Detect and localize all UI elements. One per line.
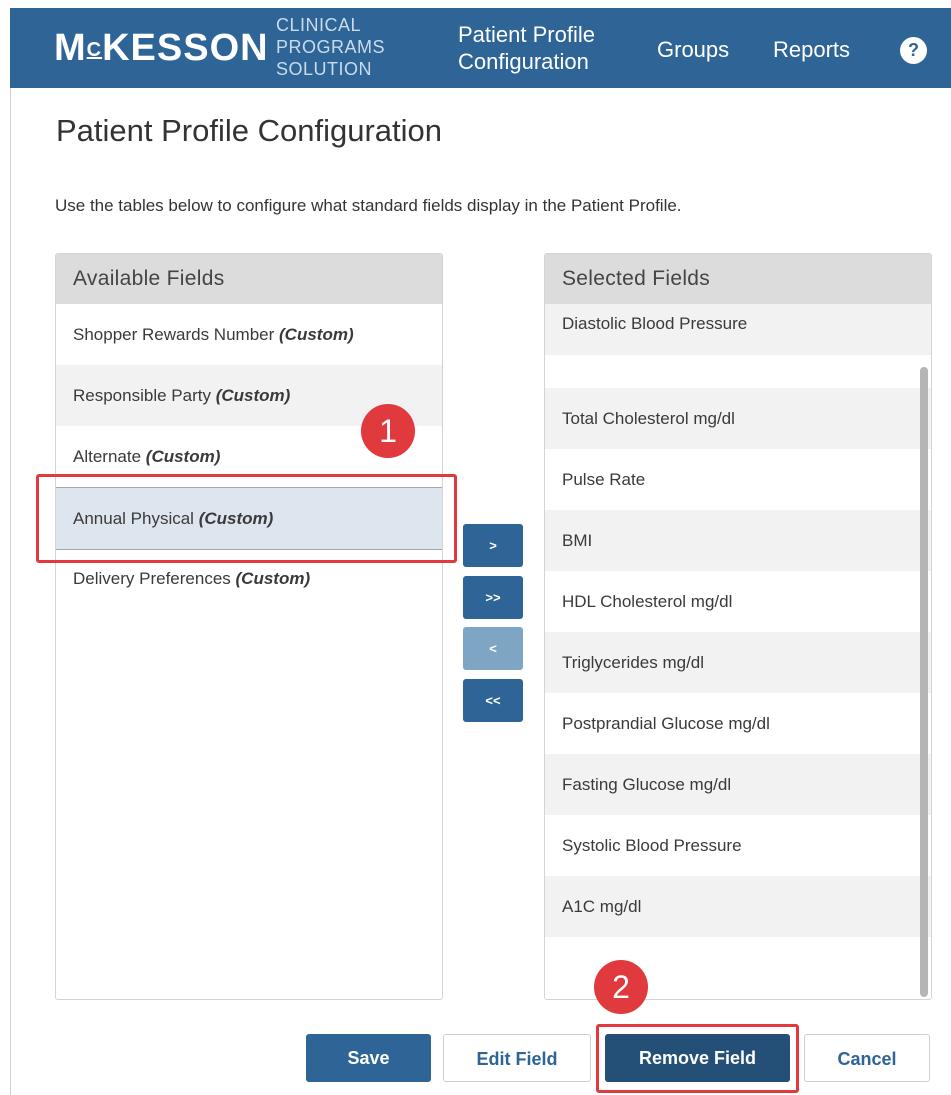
- available-fields-panel: Available Fields Shopper Rewards Number …: [55, 253, 443, 1000]
- product-subline-1: CLINICAL: [276, 15, 362, 35]
- nav-config-line2: Configuration: [458, 49, 589, 74]
- selected-field-item[interactable]: Triglycerides mg/dl: [545, 632, 931, 693]
- question-circle-icon[interactable]: ?: [900, 37, 927, 64]
- mckesson-logo[interactable]: MCKESSON: [54, 26, 269, 70]
- nav-reports[interactable]: Reports: [773, 37, 850, 63]
- field-name: Delivery Preferences: [73, 569, 231, 588]
- save-button[interactable]: Save: [306, 1034, 431, 1082]
- nav-config-line1: Patient Profile: [458, 22, 595, 47]
- selected-field-item[interactable]: Total Cholesterol mg/dl: [545, 388, 931, 449]
- selected-field-item[interactable]: Postprandial Glucose mg/dl: [545, 693, 931, 754]
- move-right-button[interactable]: >: [463, 524, 523, 567]
- move-left-button[interactable]: <: [463, 627, 523, 670]
- product-subline-2: PROGRAMS: [276, 37, 386, 57]
- custom-tag: (Custom): [215, 386, 291, 405]
- selected-field-item[interactable]: A1C mg/dl: [545, 876, 931, 937]
- move-all-left-button[interactable]: <<: [463, 679, 523, 722]
- move-all-right-button[interactable]: >>: [463, 576, 523, 619]
- selected-field-item[interactable]: BMI: [545, 510, 931, 571]
- page-border: [10, 88, 11, 1095]
- field-name: Shopper Rewards Number: [73, 325, 275, 344]
- cancel-button[interactable]: Cancel: [804, 1034, 930, 1082]
- selected-fields-panel: Selected Fields Diastolic Blood Pressure…: [544, 253, 932, 1000]
- nav-groups[interactable]: Groups: [657, 37, 729, 63]
- page-intro-text: Use the tables below to configure what s…: [55, 196, 682, 215]
- annotation-highlight-box-2: [596, 1024, 799, 1093]
- annotation-highlight-box-1: [36, 474, 457, 563]
- available-field-item[interactable]: Shopper Rewards Number (Custom): [56, 304, 442, 365]
- selected-field-item[interactable]: Pulse Rate: [545, 449, 931, 510]
- selected-fields-scrollbar[interactable]: [920, 367, 928, 997]
- custom-tag: (Custom): [145, 447, 221, 466]
- product-subline-3: SOLUTION: [276, 59, 373, 79]
- custom-tag: (Custom): [235, 569, 311, 588]
- field-name: Alternate: [73, 447, 142, 466]
- available-fields-header: Available Fields: [56, 254, 442, 304]
- annotation-badge-2: 2: [594, 960, 648, 1014]
- selected-field-item[interactable]: Diastolic Blood Pressure: [545, 304, 931, 355]
- selected-field-item[interactable]: HDL Cholesterol mg/dl: [545, 571, 931, 632]
- selected-field-item[interactable]: Systolic Blood Pressure: [545, 815, 931, 876]
- annotation-badge-1: 1: [361, 404, 415, 458]
- selected-field-item[interactable]: Fasting Glucose mg/dl: [545, 754, 931, 815]
- top-navigation-bar: MCKESSON CLINICAL PROGRAMS SOLUTION Pati…: [10, 8, 951, 88]
- page-title: Patient Profile Configuration: [56, 113, 443, 148]
- selected-fields-header: Selected Fields: [545, 254, 931, 304]
- custom-tag: (Custom): [279, 325, 354, 344]
- field-name: Responsible Party: [73, 386, 211, 405]
- selected-field-item[interactable]: [545, 355, 931, 388]
- edit-field-button[interactable]: Edit Field: [443, 1034, 591, 1082]
